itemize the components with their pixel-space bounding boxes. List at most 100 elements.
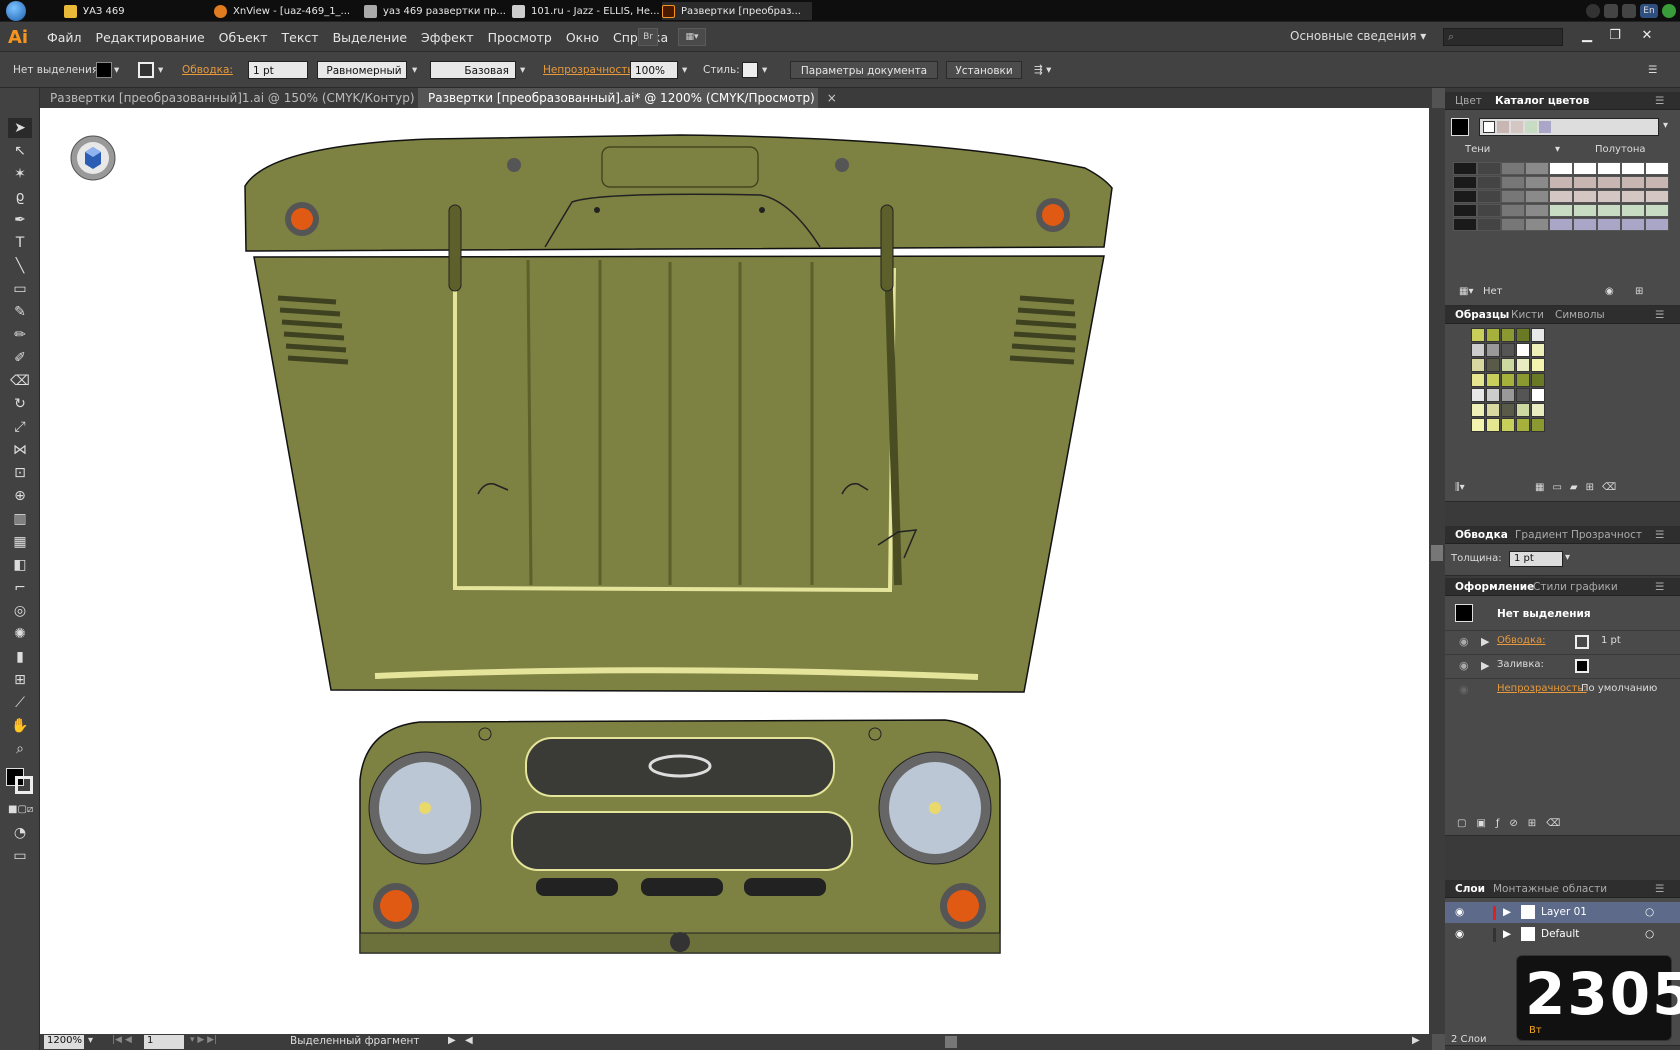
layer-row[interactable]: ◉ ▶ Default ○ [1445, 924, 1680, 945]
swatch[interactable] [1531, 358, 1545, 372]
color-variation-cell[interactable] [1645, 218, 1669, 231]
swatch[interactable] [1531, 343, 1545, 357]
artboard-canvas[interactable] [40, 108, 1429, 1034]
color-variation-cell[interactable] [1501, 218, 1525, 231]
color-variation-cell[interactable] [1525, 162, 1549, 175]
hood-main-panel[interactable] [253, 204, 1105, 693]
swatch[interactable] [1486, 388, 1500, 402]
swatch[interactable] [1516, 358, 1530, 372]
expand-icon[interactable]: ▶ [1481, 635, 1489, 648]
color-variation-cell[interactable] [1477, 218, 1501, 231]
swatch[interactable] [1531, 403, 1545, 417]
swatch[interactable] [1501, 418, 1515, 432]
swatch[interactable] [1531, 418, 1545, 432]
swatch[interactable] [1471, 418, 1485, 432]
vertical-scroll-thumb[interactable] [1431, 545, 1443, 561]
menu-select[interactable]: Выделение [326, 30, 414, 45]
first-artboard-icon[interactable]: |◀ ◀ [112, 1035, 132, 1045]
swatch[interactable] [1471, 373, 1485, 387]
stroke-dropdown-icon[interactable]: ▾ [158, 61, 163, 79]
variable-width-profile[interactable]: Равномерный [317, 61, 407, 79]
language-indicator[interactable]: En [1640, 4, 1658, 18]
color-wheel-icon[interactable]: ◉ [1605, 286, 1614, 297]
base-color-swatch[interactable] [1451, 118, 1469, 136]
paintbrush-tool-icon[interactable]: ✎ [8, 302, 32, 322]
status-menu-icon[interactable]: ▶ [448, 1035, 456, 1046]
visibility-eye-icon[interactable]: ◉ [1455, 902, 1464, 923]
tab-swatches[interactable]: Образцы [1455, 306, 1509, 324]
color-variation-cell[interactable] [1597, 162, 1621, 175]
tab-appearance[interactable]: Оформление [1455, 578, 1534, 596]
symbol-sprayer-tool-icon[interactable]: ✺ [8, 624, 32, 644]
opacity-row-label[interactable]: Непрозрачность: [1497, 683, 1587, 694]
status-info[interactable]: Выделенный фрагмент [290, 1035, 420, 1047]
opacity-field[interactable]: 100% [630, 61, 678, 79]
eraser-tool-icon[interactable]: ⌫ [8, 371, 32, 391]
swatch[interactable] [1471, 328, 1485, 342]
front-grille-panel[interactable] [359, 719, 1001, 954]
zoom-dropdown-icon[interactable]: ▾ [88, 1035, 93, 1046]
save-group-icon[interactable]: ⊞ [1635, 286, 1643, 297]
brush-definition[interactable]: Базовая [430, 61, 516, 79]
tab-color-guide[interactable]: Каталог цветов [1495, 92, 1589, 110]
visibility-eye-icon[interactable]: ◉ [1459, 659, 1469, 672]
blend-tool-icon[interactable]: ◎ [8, 601, 32, 621]
swatch[interactable] [1531, 373, 1545, 387]
utorrent-icon[interactable] [1662, 4, 1676, 18]
minimize-button[interactable]: ▁ [1574, 26, 1600, 46]
layer-name[interactable]: Default [1541, 924, 1579, 945]
arrange-icon[interactable]: ⇶ ▾ [1034, 61, 1051, 79]
color-variation-cell[interactable] [1453, 190, 1477, 203]
color-variation-cell[interactable] [1453, 218, 1477, 231]
opacity-dropdown-icon[interactable]: ▾ [682, 61, 687, 79]
appearance-fill-row[interactable]: ◉ ▶ Заливка: [1445, 654, 1680, 676]
search-input[interactable]: ⌕ [1443, 28, 1563, 46]
layer-row[interactable]: ◉ ▶ Layer 01 ○ [1445, 902, 1680, 923]
menu-edit[interactable]: Редактирование [89, 30, 212, 45]
eyedropper-tool-icon[interactable]: ⌐ [8, 578, 32, 598]
hand-tool-icon[interactable]: ✋ [8, 716, 32, 736]
swatch[interactable] [1486, 343, 1500, 357]
color-variation-cell[interactable] [1621, 218, 1645, 231]
vertical-scrollbar[interactable] [1429, 108, 1445, 1034]
appearance-actions-icon[interactable]: ▢▣ƒ⊘⊞⌫ [1457, 818, 1570, 829]
menu-type[interactable]: Текст [275, 30, 326, 45]
panel-menu-icon[interactable]: ☰ [1655, 578, 1664, 596]
appearance-stroke-row[interactable]: ◉ ▶ Обводка: 1 pt [1445, 630, 1680, 652]
panel-menu-icon[interactable]: ☰ [1655, 306, 1664, 324]
column-graph-tool-icon[interactable]: ▮ [8, 647, 32, 667]
perspective-grid-tool-icon[interactable]: ▥ [8, 509, 32, 529]
shape-builder-tool-icon[interactable]: ⊕ [8, 486, 32, 506]
tab-transparency[interactable]: Прозрачност [1571, 526, 1642, 544]
slice-tool-icon[interactable]: ⟋ [8, 693, 32, 713]
mesh-tool-icon[interactable]: ▦ [8, 532, 32, 552]
color-variation-cell[interactable] [1573, 204, 1597, 217]
stroke-weight-input[interactable]: 1 pt [1509, 551, 1563, 567]
appearance-opacity-row[interactable]: ◉ Непрозрачность: По умолчанию [1445, 678, 1680, 700]
stroke-row-label[interactable]: Обводка: [1497, 635, 1546, 646]
color-variation-cell[interactable] [1645, 204, 1669, 217]
color-variation-cell[interactable] [1453, 162, 1477, 175]
graphic-style-swatch[interactable] [742, 62, 758, 78]
color-variation-cell[interactable] [1525, 190, 1549, 203]
next-artboard-icon[interactable]: ▾ ▶ ▶| [190, 1035, 217, 1045]
target-icon[interactable]: ○ [1645, 924, 1654, 945]
zoom-tool-icon[interactable]: ⌕ [8, 739, 32, 759]
color-variation-cell[interactable] [1501, 176, 1525, 189]
stroke-color-icon[interactable] [15, 776, 33, 794]
menu-effect[interactable]: Эффект [414, 30, 481, 45]
document-setup-button[interactable]: Параметры документа [790, 61, 938, 79]
stroke-row-swatch[interactable] [1575, 635, 1589, 649]
artboard-tool-icon[interactable]: ⊞ [8, 670, 32, 690]
weight-dropdown-icon[interactable]: ▾ [1565, 552, 1570, 563]
swatch[interactable] [1516, 403, 1530, 417]
stroke-swatch[interactable] [138, 62, 154, 78]
color-variation-cell[interactable] [1621, 204, 1645, 217]
swatch[interactable] [1471, 358, 1485, 372]
swatch[interactable] [1531, 388, 1545, 402]
visibility-eye-icon[interactable]: ◉ [1455, 924, 1464, 945]
menu-window[interactable]: Окно [559, 30, 606, 45]
color-variation-cell[interactable] [1549, 162, 1573, 175]
swatch[interactable] [1471, 388, 1485, 402]
width-tool-icon[interactable]: ⋈ [8, 440, 32, 460]
